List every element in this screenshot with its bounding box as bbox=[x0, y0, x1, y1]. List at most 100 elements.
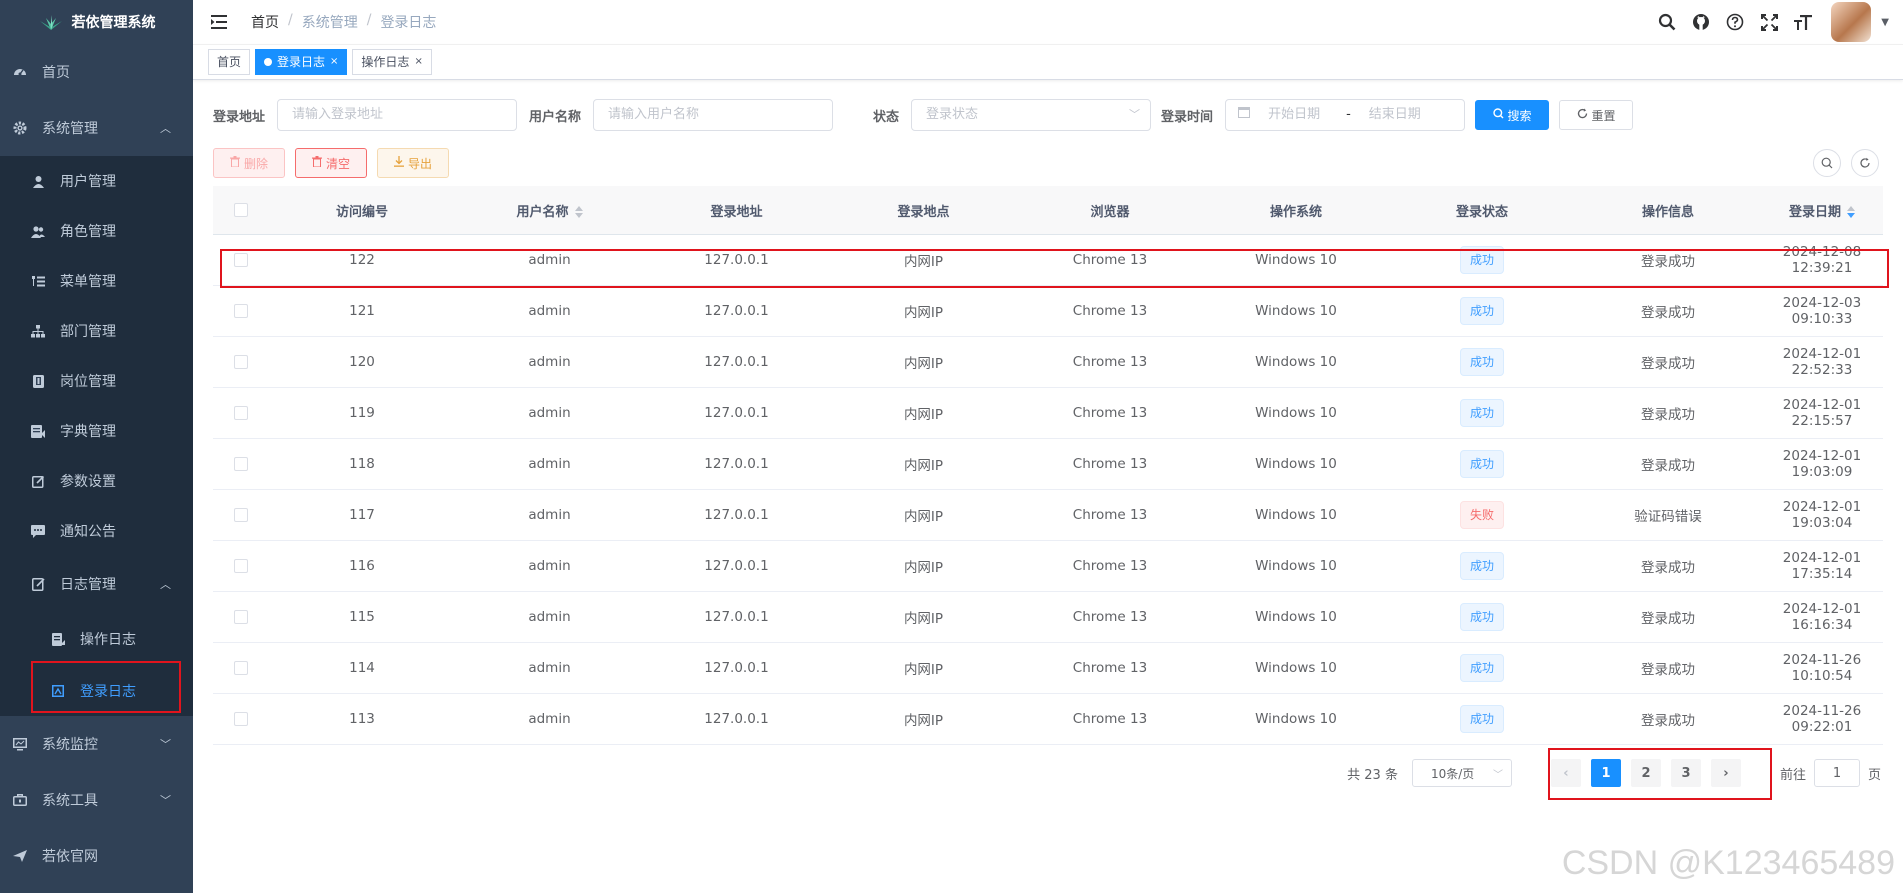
sidebar-item-role[interactable]: 角色管理 bbox=[0, 206, 193, 256]
sidebar-item-dict[interactable]: 字典管理 bbox=[0, 406, 193, 456]
select-all-checkbox[interactable] bbox=[233, 203, 248, 217]
row-select-cell bbox=[213, 642, 268, 694]
login-addr-input[interactable]: 请输入登录地址 bbox=[277, 99, 518, 131]
search-button[interactable]: 搜索 bbox=[1475, 100, 1550, 130]
breadcrumb-section: 系统管理 bbox=[301, 15, 358, 31]
sidebar-item-notice[interactable]: 通知公告 bbox=[0, 506, 193, 556]
row-checkbox[interactable] bbox=[233, 559, 248, 573]
tag-login-log[interactable]: 登录日志 × bbox=[255, 49, 348, 75]
button-label: 清空 bbox=[325, 156, 350, 171]
row-checkbox[interactable] bbox=[233, 457, 248, 471]
size-icon[interactable] bbox=[1791, 10, 1815, 34]
sidebar-item-post[interactable]: 岗位管理 bbox=[0, 356, 193, 406]
status-cell: 成功 bbox=[1389, 336, 1575, 388]
column-header-sortable[interactable]: 用户名称 bbox=[456, 186, 643, 235]
page-size-select[interactable]: 10条/页 ﹀ bbox=[1411, 759, 1512, 787]
search-icon[interactable] bbox=[1655, 10, 1679, 34]
refresh-button[interactable] bbox=[1851, 149, 1879, 177]
cell-ip: 127.0.0.1 bbox=[643, 336, 830, 388]
status-label: 状态 bbox=[873, 109, 900, 125]
row-checkbox[interactable] bbox=[233, 610, 248, 624]
cell-date: 2024-12-01 22:15:57 bbox=[1761, 387, 1883, 439]
question-icon[interactable] bbox=[1723, 10, 1747, 34]
table-row[interactable]: 119 admin 127.0.0.1 内网IP Chrome 13 Windows 10… bbox=[213, 387, 1883, 439]
row-checkbox[interactable] bbox=[233, 661, 248, 675]
table-row[interactable]: 117 admin 127.0.0.1 内网IP Chrome 13 Windows 10… bbox=[213, 489, 1883, 541]
cell-os: Windows 10 bbox=[1203, 285, 1389, 337]
status-badge: 成功 bbox=[1459, 297, 1504, 325]
hamburger-icon[interactable] bbox=[209, 11, 231, 33]
export-button[interactable]: 导出 bbox=[377, 148, 449, 178]
tag-home[interactable]: 首页 bbox=[208, 49, 251, 75]
cell-msg: 登录成功 bbox=[1575, 336, 1761, 388]
sidebar-item-user[interactable]: 用户管理 bbox=[0, 156, 193, 206]
ruoyi-logo-icon bbox=[39, 15, 62, 30]
status-select[interactable]: 登录状态 ﹀ bbox=[911, 99, 1152, 131]
placeholder: 请输入登录地址 bbox=[292, 107, 384, 122]
cell-loc: 内网IP bbox=[830, 438, 1017, 490]
right-toolbar bbox=[1813, 149, 1879, 177]
cell-user: admin bbox=[456, 489, 643, 541]
row-checkbox[interactable] bbox=[233, 406, 248, 420]
sidebar-item-log[interactable]: 日志管理 ︿ bbox=[0, 556, 193, 612]
table-row[interactable]: 120 admin 127.0.0.1 内网IP Chrome 13 Windows 10… bbox=[213, 336, 1883, 388]
row-checkbox[interactable] bbox=[233, 508, 248, 522]
row-checkbox[interactable] bbox=[233, 304, 248, 318]
row-checkbox[interactable] bbox=[233, 355, 248, 369]
app-logo[interactable]: 若依管理系统 bbox=[0, 0, 193, 44]
caret-down-icon[interactable]: ▼ bbox=[1881, 17, 1889, 28]
column-header: 访问编号 bbox=[268, 186, 456, 235]
goto-suffix: 页 bbox=[1867, 767, 1881, 783]
sidebar-item-home[interactable]: 首页 bbox=[0, 44, 193, 100]
cell-os: Windows 10 bbox=[1203, 336, 1389, 388]
close-icon[interactable]: × bbox=[414, 49, 422, 75]
end-date-placeholder[interactable]: 结束日期 bbox=[1369, 100, 1421, 130]
edit-icon bbox=[30, 473, 46, 489]
cell-msg: 登录成功 bbox=[1575, 693, 1761, 745]
sidebar-item-config[interactable]: 参数设置 bbox=[0, 456, 193, 506]
goto-page-input[interactable]: 1 bbox=[1813, 759, 1860, 787]
close-icon[interactable]: × bbox=[330, 49, 338, 75]
reset-button[interactable]: 重置 bbox=[1559, 100, 1634, 130]
row-checkbox[interactable] bbox=[233, 712, 248, 726]
date-range-picker[interactable]: 开始日期 - 结束日期 bbox=[1225, 99, 1466, 131]
fullscreen-icon[interactable] bbox=[1757, 10, 1781, 34]
cell-msg: 登录成功 bbox=[1575, 540, 1761, 592]
column-header-sortable[interactable]: 登录日期 bbox=[1761, 186, 1883, 235]
sidebar-item-label: 参数设置 bbox=[60, 474, 116, 490]
table-row[interactable]: 118 admin 127.0.0.1 内网IP Chrome 13 Windows 10… bbox=[213, 438, 1883, 490]
github-icon[interactable] bbox=[1689, 10, 1713, 34]
breadcrumb-home[interactable]: 首页 bbox=[251, 12, 279, 32]
user-avatar[interactable] bbox=[1831, 2, 1872, 42]
clear-button[interactable]: 清空 bbox=[295, 148, 367, 178]
toggle-search-button[interactable] bbox=[1813, 149, 1841, 177]
sidebar-item-official-site[interactable]: 若依官网 bbox=[0, 828, 193, 884]
cell-os: Windows 10 bbox=[1203, 540, 1389, 592]
username-input[interactable]: 请输入用户名称 bbox=[593, 99, 834, 131]
cell-msg: 登录成功 bbox=[1575, 387, 1761, 439]
sidebar-item-operlog[interactable]: 操作日志 bbox=[0, 612, 193, 666]
sidebar-item-menu[interactable]: 菜单管理 bbox=[0, 256, 193, 306]
table-row[interactable]: 113 admin 127.0.0.1 内网IP Chrome 13 Windows 10… bbox=[213, 693, 1883, 745]
table-row[interactable]: 116 admin 127.0.0.1 内网IP Chrome 13 Windows 10… bbox=[213, 540, 1883, 592]
column-header: 登录地点 bbox=[830, 186, 1017, 235]
sort-caret-icon[interactable] bbox=[1847, 205, 1855, 219]
table-row[interactable]: 115 admin 127.0.0.1 内网IP Chrome 13 Windows 10… bbox=[213, 591, 1883, 643]
sidebar-item-monitor[interactable]: 系统监控 ﹀ bbox=[0, 716, 193, 772]
action-toolbar: 删除 清空 导出 bbox=[213, 148, 1883, 178]
sidebar-item-dept[interactable]: 部门管理 bbox=[0, 306, 193, 356]
sidebar-item-label: 用户管理 bbox=[60, 174, 116, 190]
table-row[interactable]: 121 admin 127.0.0.1 内网IP Chrome 13 Windows 10… bbox=[213, 285, 1883, 337]
sidebar-item-system[interactable]: 系统管理 ︿ bbox=[0, 100, 193, 156]
cell-id: 119 bbox=[268, 387, 456, 439]
sidebar-item-tool[interactable]: 系统工具 ﹀ bbox=[0, 772, 193, 828]
table-row[interactable]: 114 admin 127.0.0.1 内网IP Chrome 13 Windows 10… bbox=[213, 642, 1883, 694]
sort-caret-icon[interactable] bbox=[574, 205, 583, 219]
sidebar-item-label: 日志管理 bbox=[60, 577, 116, 593]
cell-loc: 内网IP bbox=[830, 387, 1017, 439]
start-date-placeholder[interactable]: 开始日期 bbox=[1268, 100, 1340, 130]
row-select-cell bbox=[213, 693, 268, 745]
tag-oper-log[interactable]: 操作日志 × bbox=[352, 49, 432, 75]
chevron-down-icon: ﹀ bbox=[160, 738, 171, 751]
delete-button[interactable]: 删除 bbox=[213, 148, 285, 178]
